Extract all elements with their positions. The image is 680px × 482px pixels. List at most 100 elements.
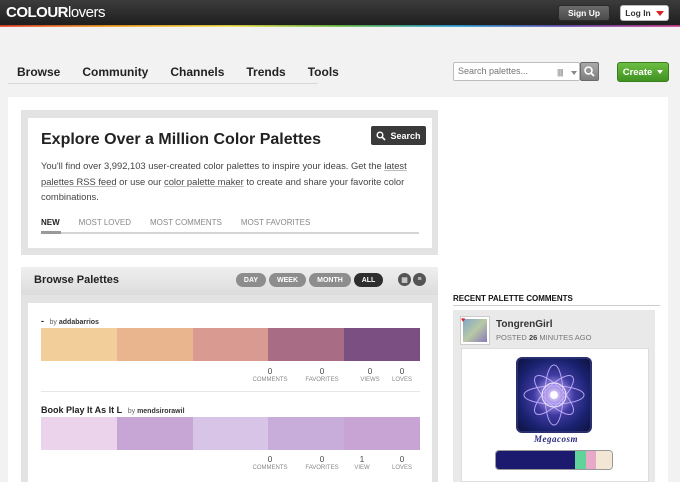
explore-title: Explore Over a Million Color Palettes: [41, 131, 322, 148]
stat-label: FAVORITES: [305, 465, 339, 471]
range-week[interactable]: WEEK: [269, 273, 306, 287]
explore-text-2: or use our: [116, 175, 164, 187]
search-button[interactable]: [580, 62, 599, 81]
explore-panel: Explore Over a Million Color Palettes Se…: [28, 118, 432, 248]
stat-value: 1: [359, 455, 365, 464]
tab-most-comments[interactable]: MOST COMMENTS: [150, 218, 222, 227]
swatch: [344, 417, 420, 450]
swatch: [41, 417, 117, 450]
range-all[interactable]: ALL: [354, 273, 383, 287]
stat-value: 0: [267, 455, 273, 464]
tab-most-favorites[interactable]: MOST FAVORITES: [241, 218, 311, 227]
swatch: [344, 328, 420, 361]
posted-suffix: MINUTES AGO: [537, 333, 592, 342]
swatch: [268, 417, 345, 450]
palette-author: by addabarrios: [50, 319, 99, 326]
main-nav: Browse Community Channels Trends Tools: [17, 65, 361, 79]
comment-palette[interactable]: [495, 450, 613, 470]
comment-timestamp: POSTED 26 MINUTES AGO: [496, 333, 591, 342]
heart-icon: ♥: [461, 317, 466, 324]
explore-search-button[interactable]: Search: [371, 126, 426, 145]
mandala-image: [523, 364, 585, 426]
stat-views: 1 VIEW: [342, 455, 382, 471]
palette-swatches[interactable]: [41, 328, 420, 361]
avatar-image: [463, 319, 487, 342]
search-icon: [376, 131, 387, 141]
recent-divider: [453, 305, 660, 306]
explore-tabs: NEW MOST LOVED MOST COMMENTS MOST FAVORI…: [41, 218, 329, 227]
grid-view-icon[interactable]: ▦: [398, 273, 411, 286]
stat-label: VIEW: [354, 465, 370, 471]
palette-title[interactable]: Book Play It As It L: [41, 405, 122, 415]
stat-label: FAVORITES: [305, 377, 339, 383]
signup-label: Sign Up: [567, 8, 601, 18]
stat-value: 0: [399, 367, 405, 376]
chevron-down-icon: [657, 70, 664, 74]
palette-divider: [41, 391, 420, 392]
explore-search-label: Search: [390, 130, 421, 141]
posted-prefix: POSTED: [496, 333, 529, 342]
stat-favorites: 0 FAVORITES: [302, 367, 342, 383]
logo-bold: COLOUR: [6, 4, 69, 21]
stat-value: 0: [319, 455, 325, 464]
palette-filter-icon[interactable]: |||||: [557, 68, 563, 77]
swatch: [192, 417, 269, 450]
comment-artwork[interactable]: [516, 357, 592, 433]
author-link[interactable]: addabarrios: [59, 319, 99, 326]
swatch: [192, 328, 269, 361]
palette-title-row: Book Play It As It L by mendsirorawil: [41, 405, 185, 415]
palette-title[interactable]: -: [41, 316, 44, 326]
nav-community[interactable]: Community: [82, 65, 148, 79]
comment-username[interactable]: TongrenGirl: [496, 319, 552, 330]
palette-author: by mendsirorawil: [128, 408, 185, 415]
swatch: [268, 328, 345, 361]
rainbow-stripe: [0, 25, 680, 27]
stat-label: LOVES: [391, 465, 412, 471]
stat-loves: 0 LOVES: [382, 455, 422, 471]
browse-header: Browse Palettes DAY WEEK MONTH ALL ▦ ≡: [21, 267, 438, 295]
range-day[interactable]: DAY: [236, 273, 266, 287]
nav-tools[interactable]: Tools: [308, 65, 339, 79]
stat-value: 0: [267, 367, 273, 376]
tab-track: [41, 232, 419, 234]
login-label: Log In: [625, 8, 651, 18]
signup-button[interactable]: Sign Up: [558, 5, 610, 21]
swatch: [575, 451, 586, 469]
tab-new[interactable]: NEW: [41, 218, 60, 227]
browse-title: Browse Palettes: [34, 274, 119, 286]
stat-comments: 0 COMMENTS: [250, 455, 290, 471]
search-input[interactable]: [458, 66, 553, 76]
stat-comments: 0 COMMENTS: [250, 367, 290, 383]
author-link[interactable]: mendsirorawil: [137, 408, 184, 415]
stat-favorites: 0 FAVORITES: [302, 455, 342, 471]
browse-list: - by addabarrios 0 COMMENTS 0 FAVORITES 0V…: [28, 303, 432, 482]
chevron-down-icon[interactable]: [571, 71, 577, 75]
explore-text-1: You'll find over 3,992,103 user-created …: [41, 160, 385, 171]
by-label: by: [127, 408, 136, 415]
create-button[interactable]: Create: [617, 62, 669, 82]
nav-browse[interactable]: Browse: [17, 65, 60, 79]
tab-most-loved[interactable]: MOST LOVED: [79, 218, 131, 227]
nav-divider: [8, 83, 318, 84]
stat-loves: 0 LOVES: [382, 367, 422, 383]
swatch: [116, 328, 193, 361]
palette-maker-link[interactable]: color palette maker: [164, 176, 244, 187]
swatch: [41, 328, 117, 361]
artwork-caption: Megacosm: [534, 434, 578, 444]
explore-description: You'll find over 3,992,103 user-created …: [41, 158, 421, 205]
site-logo[interactable]: COLOURlovers: [6, 4, 106, 21]
stat-value: 0: [319, 367, 325, 376]
swatch: [596, 451, 612, 469]
swatch: [116, 417, 193, 450]
login-button[interactable]: Log In: [620, 5, 669, 21]
swatch: [496, 451, 549, 469]
list-view-icon[interactable]: ≡: [413, 273, 426, 286]
stat-label: COMMENTS: [252, 465, 288, 471]
palette-title-row: - by addabarrios: [41, 316, 99, 326]
stat-label: COMMENTS: [252, 377, 288, 383]
swatch: [585, 451, 597, 469]
nav-channels[interactable]: Channels: [170, 65, 224, 79]
palette-swatches[interactable]: [41, 417, 420, 450]
nav-trends[interactable]: Trends: [246, 65, 285, 79]
range-month[interactable]: MONTH: [309, 273, 351, 287]
